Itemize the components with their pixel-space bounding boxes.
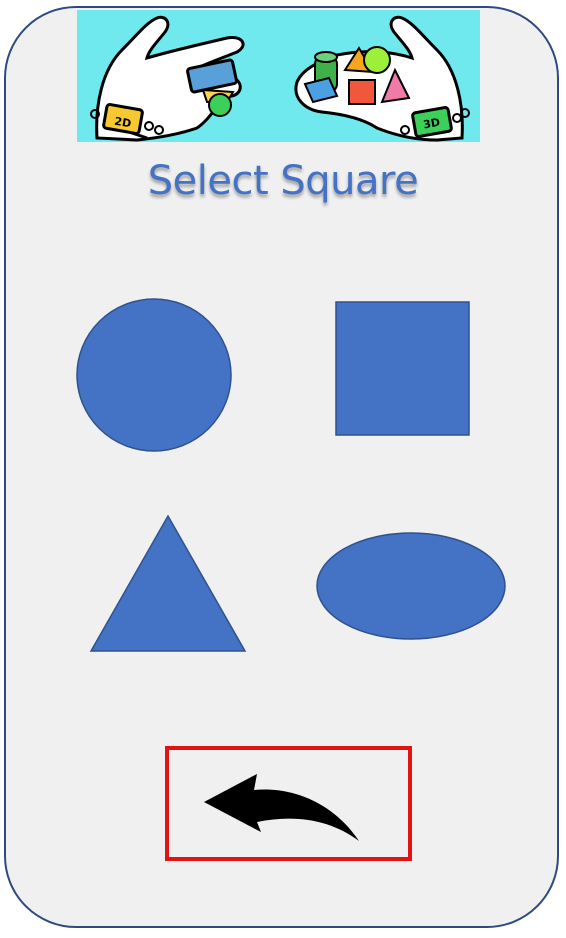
oval-icon xyxy=(316,532,506,640)
back-arrow-icon xyxy=(204,774,359,841)
banner-image: 2D 3D xyxy=(77,10,480,142)
circle-icon xyxy=(76,298,232,452)
oval-option[interactable] xyxy=(315,531,507,641)
circle-option[interactable] xyxy=(75,297,233,453)
page-title: Select Square xyxy=(147,158,419,204)
triangle-option[interactable] xyxy=(89,514,247,653)
square-icon xyxy=(335,301,470,436)
right-hand-icon: 3D xyxy=(294,15,470,142)
square-option[interactable] xyxy=(335,301,471,437)
triangle-icon xyxy=(89,514,247,652)
back-button[interactable] xyxy=(165,746,412,861)
left-hand-icon: 2D xyxy=(90,15,245,142)
